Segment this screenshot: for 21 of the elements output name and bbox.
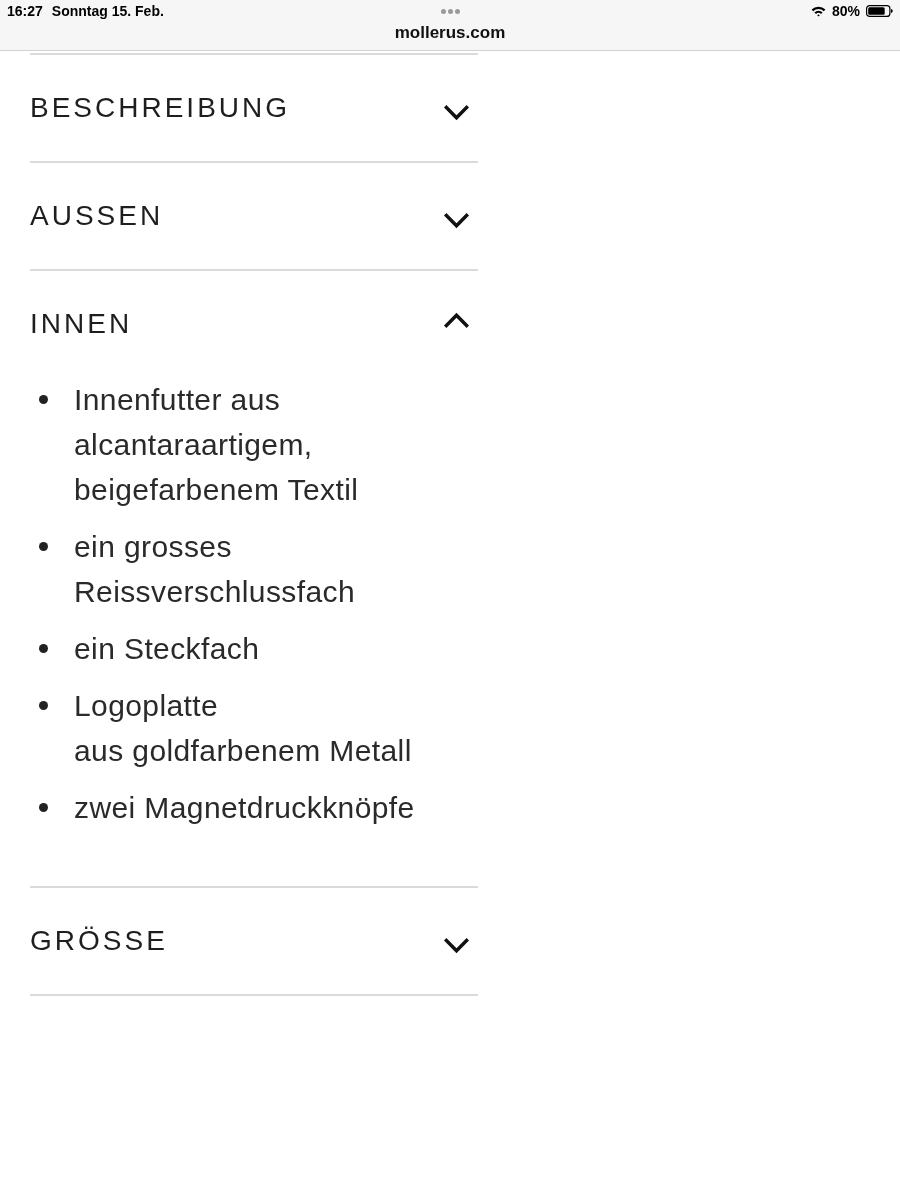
status-date: Sonntag 15. Feb. [51,3,164,19]
bullet-icon [39,803,48,812]
bullet-icon [39,542,48,551]
accordion-toggle[interactable]: INNEN [30,271,478,377]
wifi-icon [810,5,826,17]
feature-text: Innenfutter aus alcantaraartigem, beigefarbenem Textil [74,382,360,508]
page-url[interactable]: mollerus.com [394,22,506,44]
more-icon[interactable] [440,8,460,14]
feature-text: zwei Magnetdruckknöpfe [74,790,416,826]
feature-text: ein grosses Reissverschlussfach [74,529,357,610]
bullet-icon [39,701,48,710]
battery-icon [866,5,893,17]
accordion-toggle[interactable]: GRÖSSE [30,888,478,994]
feature-text: ein Steckfach [74,631,261,667]
status-time: 16:27 [7,3,43,19]
battery-percent: 80% [831,3,860,19]
bullet-icon [39,395,48,404]
accordion-toggle[interactable]: BESCHREIBUNG [30,55,478,161]
accordion-toggle[interactable]: AUSSEN [30,163,478,269]
feature-text: Logoplatte aus goldfarbenem Metall [74,688,413,769]
bullet-icon [39,644,48,653]
